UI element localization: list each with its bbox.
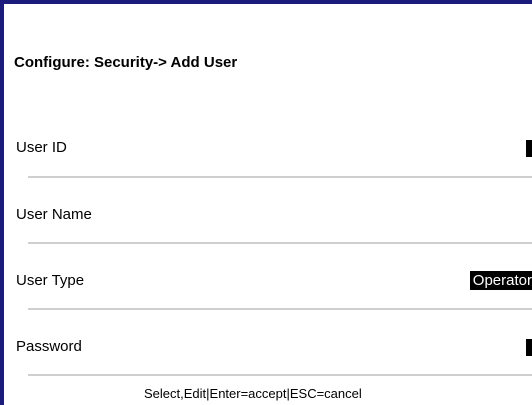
add-user-screen: Configure: Security-> Add User User ID U… [0,0,532,405]
password-field[interactable] [492,339,532,357]
divider [28,308,532,310]
user-type-select[interactable]: Operator [442,271,532,291]
user-id-field[interactable] [492,140,532,158]
user-id-label: User ID [16,139,67,156]
divider [28,176,532,178]
user-name-field[interactable] [412,206,532,224]
user-name-label: User Name [16,206,92,223]
divider [28,374,532,376]
text-cursor-icon [526,140,532,157]
page-title: Configure: Security-> Add User [14,54,238,71]
password-label: Password [16,338,82,355]
divider [28,242,532,244]
key-hint-bar: Select,Edit|Enter=accept|ESC=cancel [144,386,362,401]
user-type-value: Operator [469,271,532,290]
user-type-label: User Type [16,272,85,289]
text-cursor-icon [526,339,532,356]
